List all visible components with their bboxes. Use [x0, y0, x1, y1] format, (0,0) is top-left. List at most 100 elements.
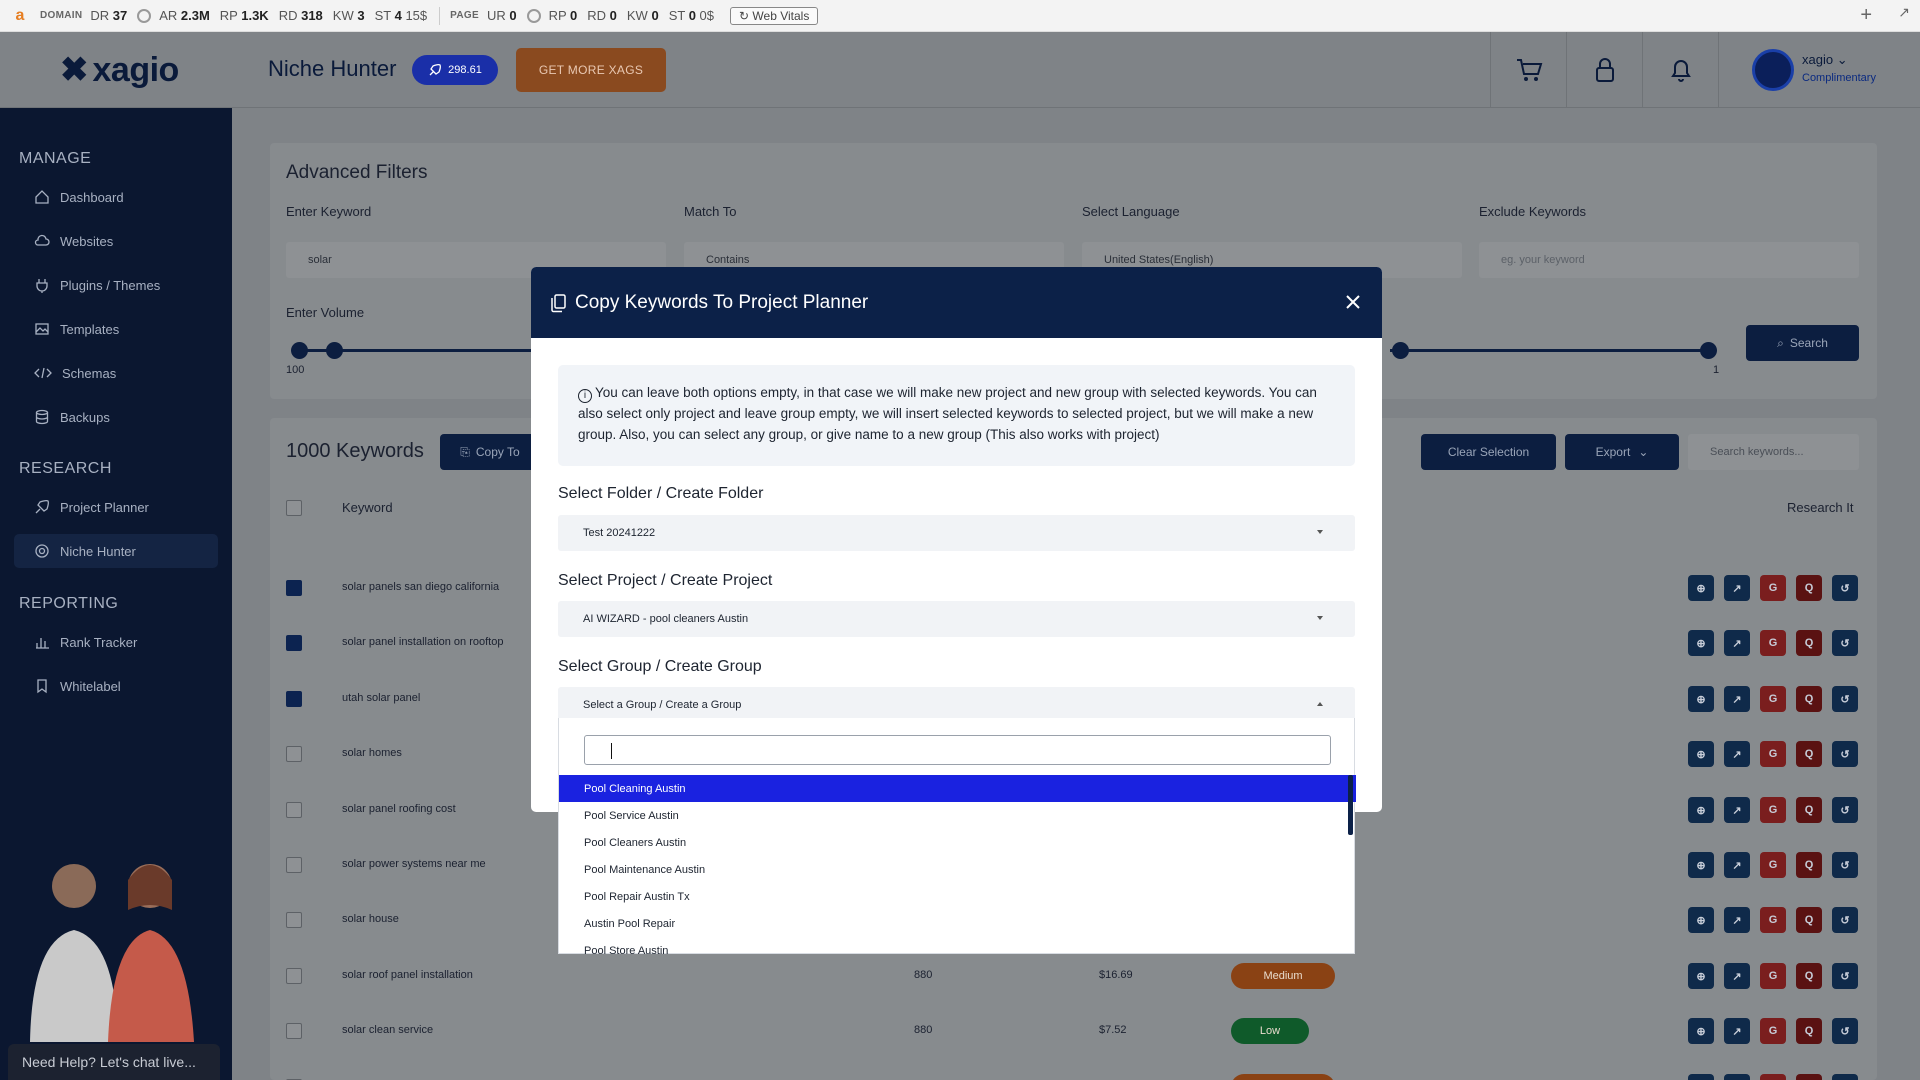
group-option[interactable]: Pool Cleaners Austin	[559, 829, 1356, 856]
quora-icon[interactable]: Q	[1796, 630, 1822, 656]
select-all-checkbox[interactable]	[286, 500, 302, 516]
trend-icon[interactable]: ↗	[1724, 630, 1750, 656]
history-icon[interactable]: ↺	[1832, 852, 1858, 878]
history-icon[interactable]: ↺	[1832, 1018, 1858, 1044]
exclude-input[interactable]: eg. your keyword	[1479, 242, 1859, 278]
globe-icon[interactable]: ⊕	[1688, 741, 1714, 767]
trend-icon[interactable]: ↗	[1724, 1018, 1750, 1044]
seo-extension-icon[interactable]: a	[0, 7, 40, 25]
row-checkbox[interactable]	[286, 857, 302, 873]
quora-icon[interactable]: Q	[1796, 575, 1822, 601]
sidebar-item-niche-hunter[interactable]: Niche Hunter	[14, 534, 218, 568]
globe-icon[interactable]: ⊕	[1688, 852, 1714, 878]
google-icon[interactable]: G	[1760, 575, 1786, 601]
folder-select[interactable]: Test 20241222	[558, 515, 1355, 551]
user-info[interactable]: xagio ⌄ Complimentary	[1802, 52, 1876, 84]
sidebar-item-templates[interactable]: Templates	[14, 312, 218, 346]
history-icon[interactable]: ↺	[1832, 630, 1858, 656]
google-icon[interactable]: G	[1760, 741, 1786, 767]
keywords-search-input[interactable]: Search keywords...	[1688, 434, 1859, 470]
history-icon[interactable]: ↺	[1832, 741, 1858, 767]
volume-slider-max-handle[interactable]	[326, 342, 343, 359]
lock-button[interactable]	[1566, 32, 1642, 108]
row-checkbox[interactable]	[286, 691, 302, 707]
web-vitals-button[interactable]: ↻ Web Vitals	[730, 6, 819, 25]
globe-icon[interactable]: ⊕	[1688, 907, 1714, 933]
export-button[interactable]: Export ⌄	[1565, 434, 1679, 470]
quora-icon[interactable]: Q	[1796, 852, 1822, 878]
trend-icon[interactable]: ↗	[1724, 797, 1750, 823]
cart-button[interactable]	[1490, 32, 1566, 108]
google-icon[interactable]: G	[1760, 963, 1786, 989]
quora-icon[interactable]: Q	[1796, 1074, 1822, 1080]
google-icon[interactable]: G	[1760, 1074, 1786, 1080]
xags-balance-badge[interactable]: 298.61	[412, 55, 498, 85]
sidebar-item-backups[interactable]: Backups	[14, 400, 218, 434]
row-checkbox[interactable]	[286, 912, 302, 928]
row-checkbox[interactable]	[286, 1023, 302, 1039]
history-icon[interactable]: ↺	[1832, 686, 1858, 712]
quora-icon[interactable]: Q	[1796, 741, 1822, 767]
plus-icon[interactable]: +	[1860, 4, 1872, 27]
quora-icon[interactable]: Q	[1796, 963, 1822, 989]
sidebar-item-plugins[interactable]: Plugins / Themes	[14, 268, 218, 302]
trend-icon[interactable]: ↗	[1724, 686, 1750, 712]
globe-icon[interactable]: ⊕	[1688, 963, 1714, 989]
globe-icon[interactable]: ⊕	[1688, 630, 1714, 656]
pin-icon[interactable]: ↗	[1898, 4, 1910, 21]
group-option[interactable]: Pool Cleaning Austin	[559, 775, 1356, 802]
right-slider-min-handle[interactable]	[1392, 342, 1409, 359]
sidebar-item-schemas[interactable]: Schemas	[14, 356, 218, 390]
sidebar-item-websites[interactable]: Websites	[14, 224, 218, 258]
avatar[interactable]	[1752, 49, 1794, 91]
globe-icon[interactable]: ⊕	[1688, 1074, 1714, 1080]
copy-to-button[interactable]: ⎘ Copy To	[440, 434, 540, 470]
google-icon[interactable]: G	[1760, 630, 1786, 656]
row-checkbox[interactable]	[286, 580, 302, 596]
sidebar-item-project-planner[interactable]: Project Planner	[14, 490, 218, 524]
quora-icon[interactable]: Q	[1796, 797, 1822, 823]
live-chat-button[interactable]: Need Help? Let's chat live...	[8, 1044, 220, 1080]
group-option[interactable]: Austin Pool Repair	[559, 910, 1356, 937]
clear-selection-button[interactable]: Clear Selection	[1421, 434, 1556, 470]
trend-icon[interactable]: ↗	[1724, 852, 1750, 878]
google-icon[interactable]: G	[1760, 907, 1786, 933]
sidebar-item-dashboard[interactable]: Dashboard	[14, 180, 218, 214]
row-checkbox[interactable]	[286, 802, 302, 818]
close-button[interactable]	[1340, 289, 1366, 315]
google-icon[interactable]: G	[1760, 1018, 1786, 1044]
dropdown-scrollbar[interactable]	[1348, 775, 1353, 835]
volume-slider-min-handle[interactable]	[291, 342, 308, 359]
history-icon[interactable]: ↺	[1832, 907, 1858, 933]
google-icon[interactable]: G	[1760, 852, 1786, 878]
group-option[interactable]: Pool Maintenance Austin	[559, 856, 1356, 883]
row-checkbox[interactable]	[286, 968, 302, 984]
group-option[interactable]: Pool Repair Austin Tx	[559, 883, 1356, 910]
trend-icon[interactable]: ↗	[1724, 1074, 1750, 1080]
row-checkbox[interactable]	[286, 746, 302, 762]
quora-icon[interactable]: Q	[1796, 907, 1822, 933]
sidebar-item-whitelabel[interactable]: Whitelabel	[14, 669, 218, 703]
group-option[interactable]: Pool Store Austin	[559, 937, 1356, 955]
trend-icon[interactable]: ↗	[1724, 907, 1750, 933]
globe-icon[interactable]: ⊕	[1688, 797, 1714, 823]
right-slider-max-handle[interactable]	[1700, 342, 1717, 359]
globe-icon[interactable]: ⊕	[1688, 575, 1714, 601]
group-option[interactable]: Pool Service Austin	[559, 802, 1356, 829]
get-more-xags-button[interactable]: GET MORE XAGS	[516, 48, 666, 92]
history-icon[interactable]: ↺	[1832, 575, 1858, 601]
notifications-button[interactable]	[1642, 32, 1718, 108]
trend-icon[interactable]: ↗	[1724, 741, 1750, 767]
globe-icon[interactable]: ⊕	[1688, 1018, 1714, 1044]
row-checkbox[interactable]	[286, 635, 302, 651]
google-icon[interactable]: G	[1760, 686, 1786, 712]
google-icon[interactable]: G	[1760, 797, 1786, 823]
xagio-logo[interactable]: ✖ xagio	[60, 50, 179, 90]
trend-icon[interactable]: ↗	[1724, 575, 1750, 601]
history-icon[interactable]: ↺	[1832, 963, 1858, 989]
quora-icon[interactable]: Q	[1796, 1018, 1822, 1044]
globe-icon[interactable]: ⊕	[1688, 686, 1714, 712]
group-search-input[interactable]	[584, 735, 1331, 765]
project-select[interactable]: AI WIZARD - pool cleaners Austin	[558, 601, 1355, 637]
history-icon[interactable]: ↺	[1832, 1074, 1858, 1080]
